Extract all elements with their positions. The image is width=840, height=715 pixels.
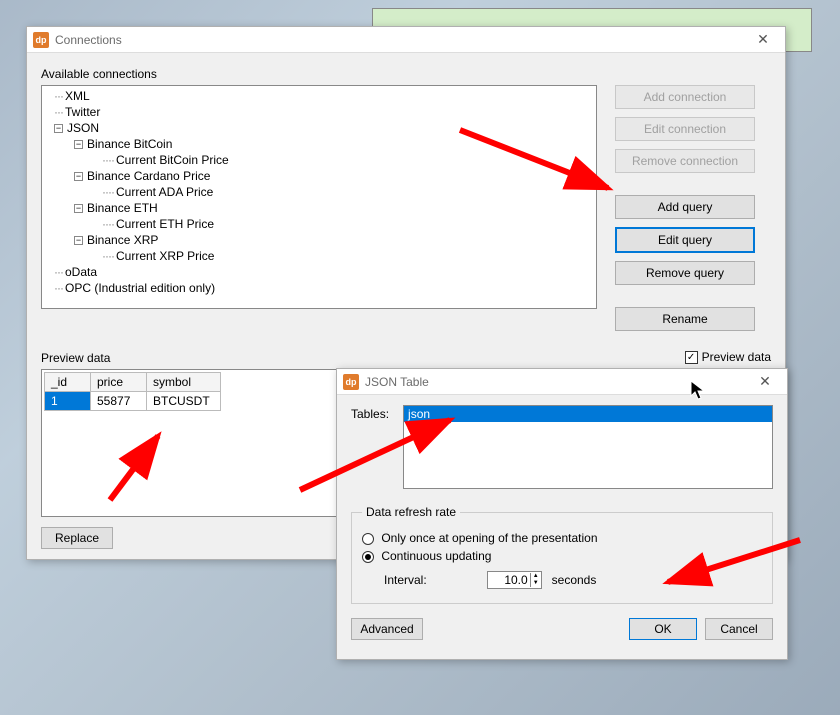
close-icon[interactable]: ✕ bbox=[749, 373, 781, 390]
available-connections-label: Available connections bbox=[41, 67, 771, 81]
tables-listbox[interactable]: json bbox=[403, 405, 773, 489]
check-icon: ✓ bbox=[685, 351, 698, 364]
remove-query-button[interactable]: Remove query bbox=[615, 261, 755, 285]
tree-node-eth[interactable]: −Binance ETH bbox=[46, 200, 592, 216]
rename-button[interactable]: Rename bbox=[615, 307, 755, 331]
app-icon: dp bbox=[343, 374, 359, 390]
col-price[interactable]: price bbox=[91, 373, 147, 392]
connections-tree[interactable]: ···XML ···Twitter −JSON −Binance BitCoin… bbox=[41, 85, 597, 309]
table-row[interactable]: 1 55877 BTCUSDT bbox=[45, 392, 221, 411]
tree-node-odata[interactable]: ···oData bbox=[46, 264, 592, 280]
tree-node-twitter[interactable]: ···Twitter bbox=[46, 104, 592, 120]
add-query-button[interactable]: Add query bbox=[615, 195, 755, 219]
advanced-button[interactable]: Advanced bbox=[351, 618, 423, 640]
window-title: JSON Table bbox=[365, 375, 429, 389]
col-id[interactable]: _id bbox=[45, 373, 91, 392]
tree-node-bitcoin[interactable]: −Binance BitCoin bbox=[46, 136, 592, 152]
titlebar[interactable]: dp Connections ✕ bbox=[27, 27, 785, 53]
titlebar[interactable]: dp JSON Table ✕ bbox=[337, 369, 787, 395]
radio-continuous[interactable]: Continuous updating bbox=[362, 549, 762, 563]
preview-table[interactable]: _id price symbol 1 55877 BTCUSDT bbox=[44, 372, 221, 411]
edit-query-button[interactable]: Edit query bbox=[615, 227, 755, 253]
tree-node-ada-price[interactable]: ····Current ADA Price bbox=[46, 184, 592, 200]
tree-node-xml[interactable]: ···XML bbox=[46, 88, 592, 104]
add-connection-button[interactable]: Add connection bbox=[615, 85, 755, 109]
cancel-button[interactable]: Cancel bbox=[705, 618, 773, 640]
edit-connection-button[interactable]: Edit connection bbox=[615, 117, 755, 141]
list-item-json[interactable]: json bbox=[404, 406, 772, 422]
radio-icon bbox=[362, 533, 374, 545]
preview-data-checkbox[interactable]: ✓ Preview data bbox=[685, 350, 771, 364]
ok-button[interactable]: OK bbox=[629, 618, 697, 640]
spinner-arrows-icon[interactable]: ▲▼ bbox=[530, 573, 541, 587]
close-icon[interactable]: ✕ bbox=[747, 31, 779, 48]
interval-label: Interval: bbox=[384, 573, 427, 587]
replace-button[interactable]: Replace bbox=[41, 527, 113, 549]
tree-node-cardano[interactable]: −Binance Cardano Price bbox=[46, 168, 592, 184]
tree-node-bitcoin-price[interactable]: ····Current BitCoin Price bbox=[46, 152, 592, 168]
interval-input[interactable] bbox=[488, 572, 530, 588]
tables-label: Tables: bbox=[351, 405, 389, 421]
data-refresh-group: Data refresh rate Only once at opening o… bbox=[351, 505, 773, 604]
tree-node-xrp[interactable]: −Binance XRP bbox=[46, 232, 592, 248]
json-table-window: dp JSON Table ✕ Tables: json Data refres… bbox=[336, 368, 788, 660]
remove-connection-button[interactable]: Remove connection bbox=[615, 149, 755, 173]
preview-data-label: Preview data bbox=[41, 351, 110, 365]
col-symbol[interactable]: symbol bbox=[147, 373, 221, 392]
tree-node-json[interactable]: −JSON bbox=[46, 120, 592, 136]
tree-node-xrp-price[interactable]: ····Current XRP Price bbox=[46, 248, 592, 264]
app-icon: dp bbox=[33, 32, 49, 48]
interval-unit: seconds bbox=[552, 573, 597, 587]
cursor-icon bbox=[690, 380, 708, 407]
connection-buttons: Add connection Edit connection Remove co… bbox=[615, 85, 755, 331]
tree-node-eth-price[interactable]: ····Current ETH Price bbox=[46, 216, 592, 232]
window-title: Connections bbox=[55, 33, 122, 47]
tree-node-opc[interactable]: ···OPC (Industrial edition only) bbox=[46, 280, 592, 296]
interval-spinner[interactable]: ▲▼ bbox=[487, 571, 542, 589]
radio-icon bbox=[362, 551, 374, 563]
radio-once[interactable]: Only once at opening of the presentation bbox=[362, 531, 762, 545]
